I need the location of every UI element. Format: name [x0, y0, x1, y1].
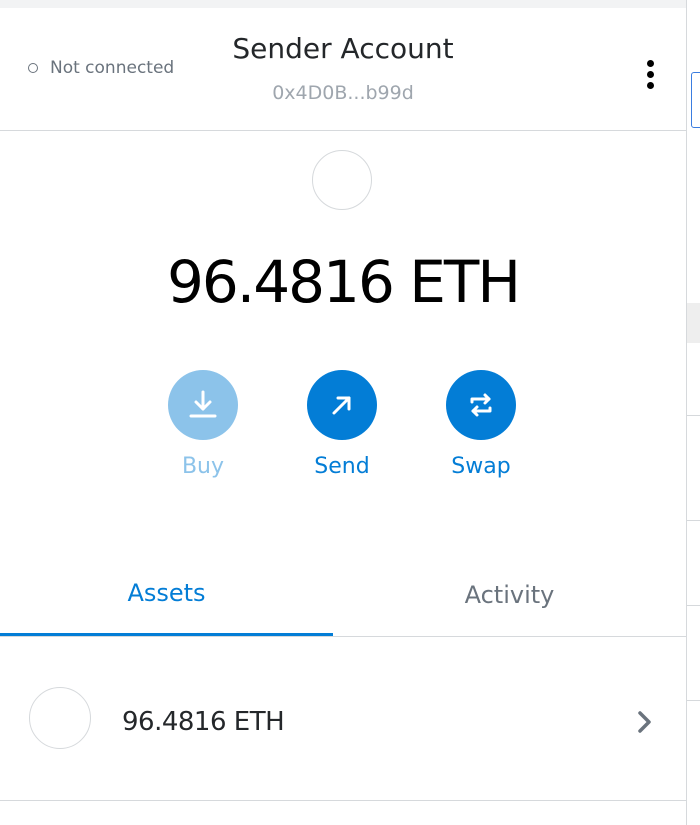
kebab-menu-icon[interactable]	[638, 54, 662, 94]
asset-balance: 96.4816 ETH	[122, 707, 285, 737]
kebab-dot	[646, 81, 654, 89]
background-divider	[687, 415, 700, 416]
top-strip	[0, 0, 700, 8]
tab-activity[interactable]: Activity	[333, 553, 686, 636]
background-divider	[687, 605, 700, 606]
buy-button[interactable]: Buy	[153, 370, 253, 479]
buy-circle	[168, 370, 238, 440]
download-icon	[189, 390, 217, 418]
background-divider	[687, 520, 700, 521]
wallet-window: Not connected Sender Account 0x4D0B...b9…	[0, 0, 700, 825]
wallet-popup: Not connected Sender Account 0x4D0B...b9…	[0, 8, 686, 825]
background-input-edge	[691, 72, 700, 128]
send-button[interactable]: Send	[292, 370, 392, 479]
account-name[interactable]: Sender Account	[0, 32, 686, 65]
chevron-right-icon	[638, 711, 651, 733]
tab-assets[interactable]: Assets	[0, 553, 333, 636]
background-row-edge	[687, 303, 700, 343]
arrow-up-right-icon	[332, 396, 351, 415]
send-circle	[307, 370, 377, 440]
buy-label: Buy	[181, 454, 225, 479]
asset-tabs: Assets Activity	[0, 553, 686, 637]
account-avatar	[312, 150, 372, 210]
asset-list-item[interactable]: 96.4816 ETH	[0, 637, 686, 801]
account-header: Not connected Sender Account 0x4D0B...b9…	[0, 8, 686, 131]
swap-button[interactable]: Swap	[431, 370, 531, 479]
send-label: Send	[314, 454, 370, 479]
balance-amount: 96.4816 ETH	[167, 248, 521, 316]
background-page-edge	[686, 0, 700, 825]
action-buttons: Buy Send Swap	[0, 370, 686, 500]
background-divider	[687, 700, 700, 701]
kebab-dot	[646, 59, 654, 67]
token-avatar	[29, 687, 91, 749]
swap-circle	[446, 370, 516, 440]
account-address[interactable]: 0x4D0B...b99d	[0, 82, 686, 104]
kebab-dot	[646, 70, 654, 78]
swap-label: Swap	[451, 454, 511, 479]
swap-arrows-icon	[470, 393, 492, 417]
